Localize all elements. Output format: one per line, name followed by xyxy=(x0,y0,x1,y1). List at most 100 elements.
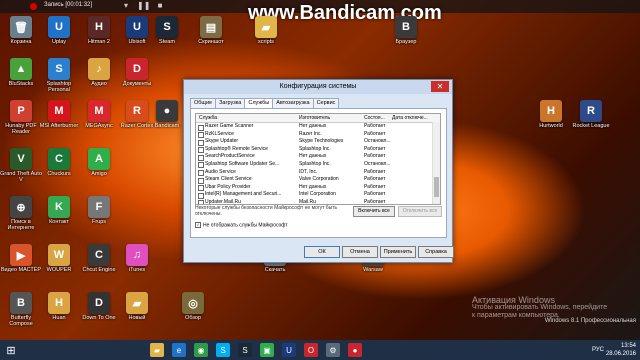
service-name: Audio Service xyxy=(205,168,236,175)
service-checkbox[interactable] xyxy=(198,154,204,161)
desktop-icon[interactable]: D Down To One xyxy=(78,292,120,336)
desktop-icon[interactable]: ♫ iTunes xyxy=(116,244,158,288)
service-checkbox[interactable] xyxy=(198,139,204,146)
service-row[interactable]: Steam Client Service Valve Corporation Раб… xyxy=(196,176,440,184)
taskbar-bandicam-icon[interactable]: ● xyxy=(348,343,362,357)
taskbar-store-icon[interactable]: ▣ xyxy=(260,343,274,357)
dialog-tabs: Общие Загрузка Службы Автозагрузка Сервис xyxy=(190,98,340,109)
service-row[interactable]: Intel(R) Management and Securi... Intel C… xyxy=(196,191,440,199)
desktop-icon[interactable]: ▰ Новый xyxy=(116,292,158,336)
service-checkbox[interactable] xyxy=(198,124,204,131)
service-checkbox[interactable] xyxy=(198,192,204,199)
taskbar-explorer-icon[interactable]: ▰ xyxy=(150,343,164,357)
desktop-icon[interactable]: B Butterfly Compose xyxy=(0,292,42,336)
services-scrollbar[interactable] xyxy=(432,122,440,204)
desktop-icon[interactable]: M MEGAsync xyxy=(78,100,120,144)
app-icon: H xyxy=(48,292,70,314)
app-icon: ▰ xyxy=(126,292,148,314)
tab[interactable]: Загрузка xyxy=(215,98,246,108)
column-maker[interactable]: Изготовитель xyxy=(299,115,330,121)
desktop-icon-label: Скриншот xyxy=(198,39,224,45)
desktop-icon[interactable]: S Splashtop Personal xyxy=(38,58,80,102)
column-state[interactable]: Состоя... xyxy=(364,115,385,121)
service-row[interactable]: Razer Game Scanner Нет данных Работает xyxy=(196,123,440,131)
taskbar-chrome-icon[interactable]: ◉ xyxy=(194,343,208,357)
service-checkbox[interactable] xyxy=(198,177,204,184)
start-icon[interactable]: ⊞ xyxy=(4,343,18,357)
desktop-icon[interactable]: ▤ Скриншот xyxy=(190,16,232,60)
column-service[interactable]: Служба xyxy=(199,115,217,121)
desktop-icon[interactable]: ◎ Обзор xyxy=(172,292,214,336)
ok-button[interactable]: ОК xyxy=(304,246,340,258)
clock-date[interactable]: 28.06.2016 xyxy=(606,350,636,358)
desktop-icon-label: Поиск в Интернете xyxy=(7,219,35,231)
service-row[interactable]: Skype Updater Skype Technologies Остановл.… xyxy=(196,138,440,146)
service-row[interactable]: Audio Service IDT, Inc. Работает xyxy=(196,169,440,177)
service-row[interactable]: SearchProductService Нет данных Работает xyxy=(196,153,440,161)
desktop-icon[interactable]: D Документы xyxy=(116,58,158,102)
desktop-icon[interactable]: H Hitman 2 xyxy=(78,16,120,60)
taskbar-opera-icon[interactable]: O xyxy=(304,343,318,357)
taskbar-ie-icon[interactable]: e xyxy=(172,343,186,357)
desktop-icon[interactable]: ▲ BluStacks xyxy=(0,58,42,102)
service-row[interactable]: Splashtop® Remote Service Splashtop Inc. Р… xyxy=(196,146,440,154)
enable-all-button[interactable]: Включить все xyxy=(353,206,395,217)
desktop-icon[interactable]: F Frups xyxy=(78,196,120,240)
desktop-icon[interactable]: ● Bandicam xyxy=(146,100,188,144)
recorder-menu-icon[interactable]: ▾ xyxy=(120,1,132,11)
dialog-titlebar[interactable]: Конфигурация системы ✕ xyxy=(184,80,452,94)
windows-activation-notice: Активация Windows Чтобы активировать Win… xyxy=(472,296,607,320)
apply-button[interactable]: Применить xyxy=(380,246,416,258)
service-checkbox[interactable] xyxy=(198,147,204,154)
desktop-icon[interactable]: ▶ Видео МАСТЕР xyxy=(0,244,42,288)
desktop-icon[interactable]: C Chuckurs xyxy=(38,148,80,192)
service-row[interactable]: Ubar Policy Provider Нет данных Работает xyxy=(196,184,440,192)
desktop-icon[interactable]: 🗑 Корзина xyxy=(0,16,42,60)
desktop-icon[interactable]: V Grand Theft Auto V xyxy=(0,148,42,192)
tab[interactable]: Общие xyxy=(190,98,217,108)
desktop-icon[interactable]: U Uplay xyxy=(38,16,80,60)
clock-time[interactable]: 13:54 xyxy=(606,342,636,350)
desktop-icon[interactable]: ▰ scripts xyxy=(245,16,287,60)
help-button[interactable]: Справка xyxy=(418,246,454,258)
service-checkbox[interactable] xyxy=(198,170,204,177)
taskbar-ubisoft-icon[interactable]: U xyxy=(282,343,296,357)
app-icon: B xyxy=(10,292,32,314)
taskbar-skype-icon[interactable]: S xyxy=(216,343,230,357)
desktop-icon[interactable]: W WOUPER xyxy=(38,244,80,288)
service-checkbox[interactable] xyxy=(198,185,204,192)
service-row[interactable]: RzKLService Razer Inc. Работает xyxy=(196,131,440,139)
desktop-icon[interactable]: B Браузер xyxy=(385,16,427,60)
disable-all-button[interactable]: Отключить все xyxy=(398,206,442,217)
service-name: Skype Updater xyxy=(205,138,239,145)
desktop-icon[interactable]: H Hurtworld xyxy=(530,100,572,144)
recorder-stop-icon[interactable]: ■ xyxy=(154,1,166,11)
desktop-icon[interactable]: C Chcut Engine xyxy=(78,244,120,288)
column-date[interactable]: Дата отключе... xyxy=(392,115,428,121)
desktop-icon[interactable]: P Hunaby PDF Reader xyxy=(0,100,42,144)
recorder-pause-icon[interactable]: ❚❚ xyxy=(137,1,150,11)
desktop-icon[interactable]: K Контакт xyxy=(38,196,80,240)
service-row[interactable]: Splashtop Software Updater Se... Splashto… xyxy=(196,161,440,169)
desktop-icon-label: Grand Theft Auto V xyxy=(0,171,42,183)
service-checkbox[interactable] xyxy=(198,132,204,139)
hide-ms-services[interactable]: ✓ Не отображать службы Майкрософт xyxy=(195,222,288,228)
desktop-icon[interactable]: ♪ Аудио xyxy=(78,58,120,102)
taskbar-steam-icon[interactable]: S xyxy=(238,343,252,357)
service-checkbox[interactable] xyxy=(198,162,204,169)
desktop-icon[interactable]: R Rocket League xyxy=(570,100,612,144)
desktop-icon[interactable]: ⊕ Поиск в Интернете xyxy=(0,196,42,240)
desktop-icon[interactable]: H Huan xyxy=(38,292,80,336)
taskbar-msconfig-icon[interactable]: ⚙ xyxy=(326,343,340,357)
desktop-icon[interactable]: S Steam xyxy=(146,16,188,60)
desktop-icon-label: Новый xyxy=(128,315,146,321)
cancel-button[interactable]: Отмена xyxy=(342,246,378,258)
tab[interactable]: Автозагрузка xyxy=(272,98,314,108)
language-indicator[interactable]: РУС xyxy=(592,346,604,354)
tab[interactable]: Сервис xyxy=(312,98,340,108)
desktop-icon[interactable]: A Amigo xyxy=(78,148,120,192)
hide-ms-checkbox[interactable]: ✓ xyxy=(195,222,201,228)
scroll-thumb[interactable] xyxy=(434,177,439,197)
close-icon[interactable]: ✕ xyxy=(431,81,449,92)
desktop-icon[interactable]: M MSI Afterburner xyxy=(38,100,80,144)
